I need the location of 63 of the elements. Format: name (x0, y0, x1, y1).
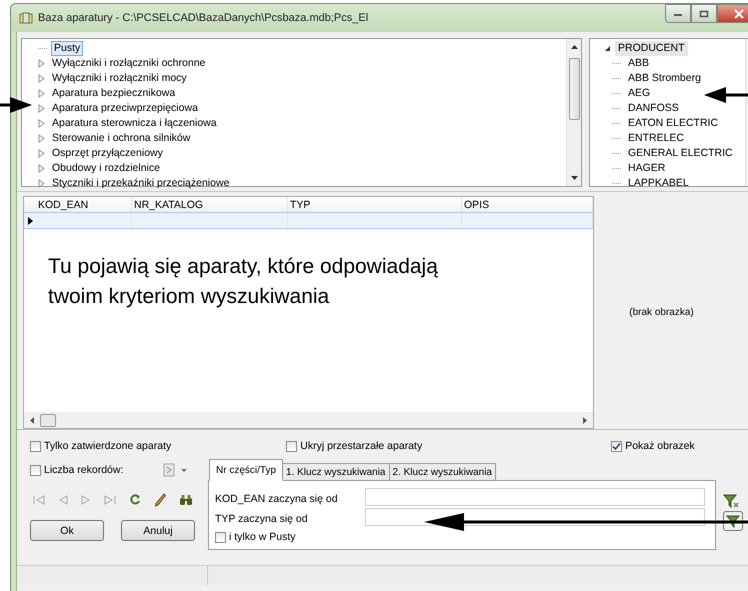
tree-item[interactable]: EATON ELECTRIC (625, 116, 722, 131)
scroll-left-icon[interactable] (30, 416, 34, 424)
tree-item[interactable]: LAPPKABEL (625, 176, 692, 191)
scroll-thumb[interactable] (568, 58, 580, 120)
refresh-icon[interactable] (129, 494, 141, 506)
tree-item[interactable]: ABB (625, 56, 652, 71)
tree-item[interactable]: Obudowy i rozdzielnice (49, 161, 163, 176)
dialog-button[interactable]: Anuluj (121, 520, 195, 541)
tree-item[interactable]: PRODUCENT (615, 41, 688, 56)
minimize-button[interactable] (665, 4, 691, 23)
previous-record-icon[interactable] (58, 495, 68, 505)
maximize-button[interactable] (691, 4, 717, 23)
tree-item[interactable]: Styczniki i przekaźniki przeciążeniowe (49, 176, 232, 191)
tree-item[interactable]: Pusty (51, 41, 84, 56)
scroll-down-icon[interactable] (570, 176, 578, 180)
checkmark-icon (612, 442, 622, 450)
scrollbar[interactable] (566, 39, 581, 186)
filter-icon[interactable] (723, 493, 739, 509)
tree-item[interactable]: DANFOSS (625, 101, 682, 116)
input-field[interactable] (365, 488, 705, 506)
checkbox[interactable]: Tylko zatwierdzone aparaty (30, 440, 172, 452)
dialog-button[interactable]: Ok (30, 520, 104, 541)
tree-item[interactable]: Wyłączniki i rozłączniki mocy (49, 71, 190, 86)
tab[interactable]: Nr części/Typ (209, 459, 284, 481)
scroll-up-icon[interactable] (570, 45, 578, 49)
no-image-text: (brak obrazka) (629, 307, 694, 318)
annotation-arrow (704, 86, 748, 104)
hint-text: Tu pojawią się aparaty, które odpowiadają twoim kryteriom wyszukiwania (47, 254, 439, 310)
field-label: KOD_EAN zaczyna się od (215, 493, 339, 505)
scroll-right-icon[interactable] (583, 416, 587, 424)
collapse-icon[interactable] (604, 45, 611, 52)
tree-item[interactable]: GENERAL ELECTRIC (625, 146, 736, 161)
tree-item[interactable]: Aparatura sterownicza i łączeniowa (49, 116, 220, 131)
first-record-icon[interactable] (33, 495, 45, 505)
checkbox[interactable]: i tylko w Pusty (215, 531, 715, 543)
tab[interactable]: 2. Klucz wyszukiwania (388, 463, 496, 481)
window-title: Baza aparatury - C:\PCSELCAD\BazaDanych\Pcsbaza.mdb;Pcs_El (38, 12, 368, 24)
scroll-thumb[interactable] (40, 414, 56, 426)
filter-icon (726, 514, 740, 528)
field-label: TYP zaczyna się od (215, 513, 309, 525)
folder-icon (19, 12, 33, 24)
next-record-icon[interactable] (81, 495, 91, 505)
scrollbar[interactable] (24, 412, 593, 428)
tree-item[interactable]: Aparatura przeciwprzepięciowa (49, 101, 201, 116)
checkbox[interactable]: Pokaż obrazek (611, 440, 695, 452)
checkbox[interactable]: Ukryj przestarzałe aparaty (286, 440, 422, 452)
maximize-icon (699, 10, 709, 18)
tree-item[interactable]: HAGER (625, 161, 668, 176)
tree-item[interactable]: Aparatura bezpiecznikowa (49, 86, 178, 101)
tree-item[interactable]: ENTRELEC (625, 131, 688, 146)
tree-item[interactable]: Osprzęt przyłączeniowy (49, 146, 166, 161)
annotation-arrow (0, 96, 32, 114)
close-icon (733, 8, 745, 18)
checkbox[interactable]: Liczba rekordów: (30, 464, 124, 476)
tree-item[interactable]: ABB Stromberg (625, 71, 704, 86)
tree-item[interactable]: AEG (625, 86, 654, 101)
tree-item[interactable]: Sterowanie i ochrona silników (49, 131, 194, 146)
tab[interactable]: 1. Klucz wyszukiwania (282, 463, 390, 481)
close-button[interactable] (717, 4, 748, 23)
pencil-icon[interactable] (154, 493, 166, 507)
last-record-icon[interactable] (104, 495, 116, 505)
tree-item[interactable]: Wyłączniki i rozłączniki ochronne (49, 56, 208, 71)
binoculars-icon[interactable] (179, 494, 193, 506)
